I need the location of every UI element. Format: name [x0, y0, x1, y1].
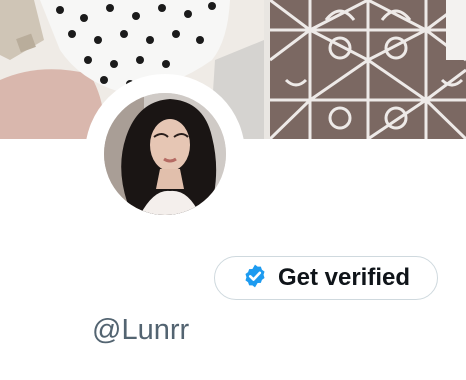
- avatar[interactable]: [104, 93, 226, 215]
- banner-photo-iron-gate: [268, 0, 466, 139]
- get-verified-label: Get verified: [277, 264, 411, 291]
- verified-badge-icon: [242, 263, 268, 294]
- get-verified-button[interactable]: Get verified: [214, 256, 438, 300]
- profile-handle: @Lunrr: [92, 314, 190, 346]
